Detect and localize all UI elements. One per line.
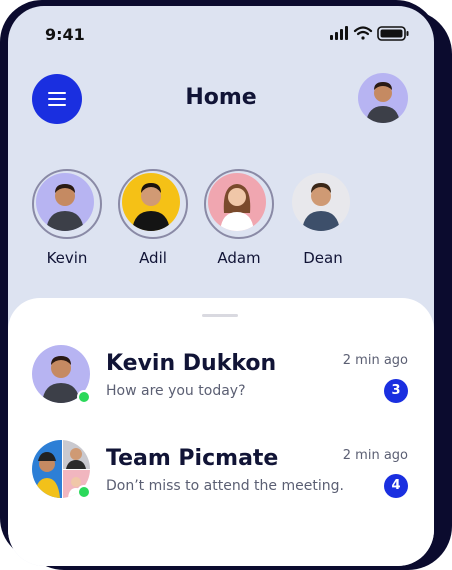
chat-time: 2 min ago xyxy=(342,353,408,368)
story-adam[interactable]: Adam xyxy=(204,169,274,267)
online-status-dot xyxy=(77,485,91,499)
wifi-icon xyxy=(353,26,373,40)
avatar xyxy=(122,173,180,231)
chat-last-message: Don’t miss to attend the meeting. xyxy=(106,478,344,494)
story-kevin[interactable]: Kevin xyxy=(32,169,102,267)
chat-item-kevin-dukkon[interactable]: Kevin Dukkon How are you today? 2 min ag… xyxy=(8,345,434,415)
unread-badge: 3 xyxy=(384,379,408,403)
user-avatar xyxy=(366,82,400,123)
drag-handle[interactable] xyxy=(202,314,238,317)
battery-icon xyxy=(377,26,409,41)
chat-name: Team Picmate xyxy=(106,446,279,471)
avatar xyxy=(292,173,350,231)
chat-item-team-picmate[interactable]: Team Picmate Don’t miss to attend the me… xyxy=(8,440,434,510)
status-icons xyxy=(330,26,409,41)
status-time: 9:41 xyxy=(45,25,85,44)
phone-frame: 9:41 Home Kevin Adil Adam Dean Kevin Duk… xyxy=(0,0,438,566)
chat-name: Kevin Dukkon xyxy=(106,351,277,376)
signal-icon xyxy=(330,26,348,40)
avatar xyxy=(36,173,94,231)
chat-last-message: How are you today? xyxy=(106,383,246,399)
story-name: Adam xyxy=(217,249,261,267)
story-ring xyxy=(32,169,102,239)
story-ring xyxy=(118,169,188,239)
story-name: Dean xyxy=(303,249,343,267)
story-adil[interactable]: Adil xyxy=(118,169,188,267)
story-name: Adil xyxy=(139,249,167,267)
story-ring xyxy=(204,169,274,239)
online-status-dot xyxy=(77,390,91,404)
avatar xyxy=(208,173,266,231)
story-ring xyxy=(288,169,358,239)
chat-list-sheet: Kevin Dukkon How are you today? 2 min ag… xyxy=(8,298,434,566)
unread-badge: 4 xyxy=(384,474,408,498)
story-name: Kevin xyxy=(46,249,88,267)
app-screen: 9:41 Home Kevin Adil Adam Dean Kevin Duk… xyxy=(8,6,434,566)
profile-avatar[interactable] xyxy=(358,73,408,123)
story-dean[interactable]: Dean xyxy=(288,169,358,267)
chat-time: 2 min ago xyxy=(342,448,408,463)
